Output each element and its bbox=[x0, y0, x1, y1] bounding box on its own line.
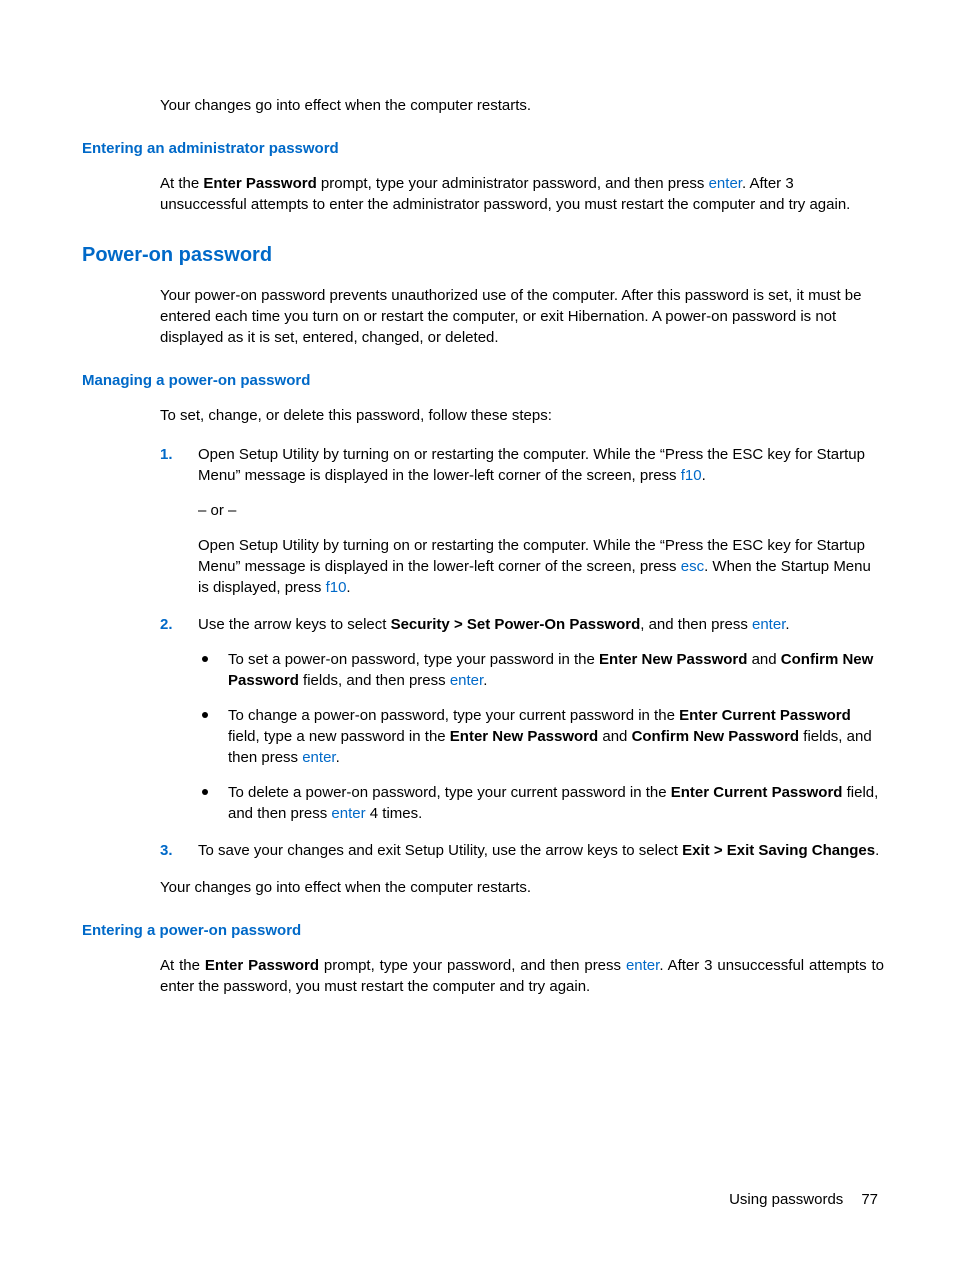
enter-password-prompt: Enter Password bbox=[205, 957, 319, 974]
steps-list: 1. Open Setup Utility by turning on or r… bbox=[160, 444, 884, 861]
heading-managing-poweron-password: Managing a power-on password bbox=[82, 370, 884, 391]
field-name: Enter New Password bbox=[450, 728, 598, 745]
enter-key: enter bbox=[302, 749, 335, 766]
text: To set a power-on password, type your pa… bbox=[228, 651, 599, 668]
esc-key: esc bbox=[681, 558, 704, 575]
enter-key: enter bbox=[626, 957, 659, 974]
bullet-change-password: To change a power-on password, type your… bbox=[198, 705, 884, 768]
closing-paragraph: Your changes go into effect when the com… bbox=[160, 877, 884, 898]
heading-entering-poweron-password: Entering a power-on password bbox=[82, 920, 884, 941]
step-2: 2. Use the arrow keys to select Security… bbox=[160, 614, 884, 824]
text: prompt, type your password, and then pre… bbox=[319, 957, 626, 974]
text: , and then press bbox=[640, 616, 752, 633]
step3-p: To save your changes and exit Setup Util… bbox=[198, 840, 884, 861]
text: At the bbox=[160, 957, 205, 974]
text: Use the arrow keys to select bbox=[198, 616, 391, 633]
entering-paragraph: At the Enter Password prompt, type your … bbox=[160, 955, 884, 997]
f10-key: f10 bbox=[681, 467, 702, 484]
text: . bbox=[875, 842, 879, 859]
text: To save your changes and exit Setup Util… bbox=[198, 842, 682, 859]
bullet-delete-password: To delete a power-on password, type your… bbox=[198, 782, 884, 824]
step-number: 3. bbox=[160, 840, 173, 861]
enter-key: enter bbox=[450, 672, 483, 689]
text: field, type a new password in the bbox=[228, 728, 450, 745]
f10-key: f10 bbox=[326, 579, 347, 596]
step1-p2: Open Setup Utility by turning on or rest… bbox=[198, 535, 884, 598]
step-number: 2. bbox=[160, 614, 173, 635]
text: . bbox=[483, 672, 487, 689]
field-name: Enter Current Password bbox=[679, 707, 851, 724]
intro-paragraph: Your changes go into effect when the com… bbox=[160, 95, 884, 116]
heading-power-on-password: Power-on password bbox=[82, 241, 884, 269]
text: . bbox=[785, 616, 789, 633]
text: and bbox=[598, 728, 631, 745]
step-3: 3. To save your changes and exit Setup U… bbox=[160, 840, 884, 861]
page-number: 77 bbox=[861, 1191, 878, 1208]
substeps-list: To set a power-on password, type your pa… bbox=[198, 649, 884, 824]
text: To delete a power-on password, type your… bbox=[228, 784, 671, 801]
text: fields, and then press bbox=[299, 672, 450, 689]
step-number: 1. bbox=[160, 444, 173, 465]
text: . bbox=[702, 467, 706, 484]
footer-section-label: Using passwords bbox=[729, 1191, 843, 1208]
enter-key: enter bbox=[752, 616, 785, 633]
text: Open Setup Utility by turning on or rest… bbox=[198, 446, 865, 484]
field-name: Enter New Password bbox=[599, 651, 747, 668]
step2-p: Use the arrow keys to select Security > … bbox=[198, 614, 884, 635]
menu-path: Security > Set Power-On Password bbox=[391, 616, 641, 633]
enter-password-prompt: Enter Password bbox=[203, 175, 316, 192]
bullet-set-password: To set a power-on password, type your pa… bbox=[198, 649, 884, 691]
poweron-intro-paragraph: Your power-on password prevents unauthor… bbox=[160, 285, 884, 348]
text: prompt, type your administrator password… bbox=[317, 175, 709, 192]
text: and bbox=[747, 651, 780, 668]
page-content: Your changes go into effect when the com… bbox=[0, 0, 954, 1075]
menu-path: Exit > Exit Saving Changes bbox=[682, 842, 875, 859]
text: . bbox=[336, 749, 340, 766]
managing-intro-paragraph: To set, change, or delete this password,… bbox=[160, 405, 884, 426]
heading-entering-admin-password: Entering an administrator password bbox=[82, 138, 884, 159]
text: To change a power-on password, type your… bbox=[228, 707, 679, 724]
admin-password-paragraph: At the Enter Password prompt, type your … bbox=[160, 173, 884, 215]
page-footer: Using passwords 77 bbox=[729, 1189, 878, 1210]
text: 4 times. bbox=[366, 805, 423, 822]
enter-key: enter bbox=[709, 175, 742, 192]
field-name: Confirm New Password bbox=[632, 728, 800, 745]
step-1: 1. Open Setup Utility by turning on or r… bbox=[160, 444, 884, 598]
field-name: Enter Current Password bbox=[671, 784, 843, 801]
text: At the bbox=[160, 175, 203, 192]
step1-or: – or – bbox=[198, 500, 884, 521]
enter-key: enter bbox=[331, 805, 365, 822]
text: . bbox=[346, 579, 350, 596]
step1-p1: Open Setup Utility by turning on or rest… bbox=[198, 444, 884, 486]
